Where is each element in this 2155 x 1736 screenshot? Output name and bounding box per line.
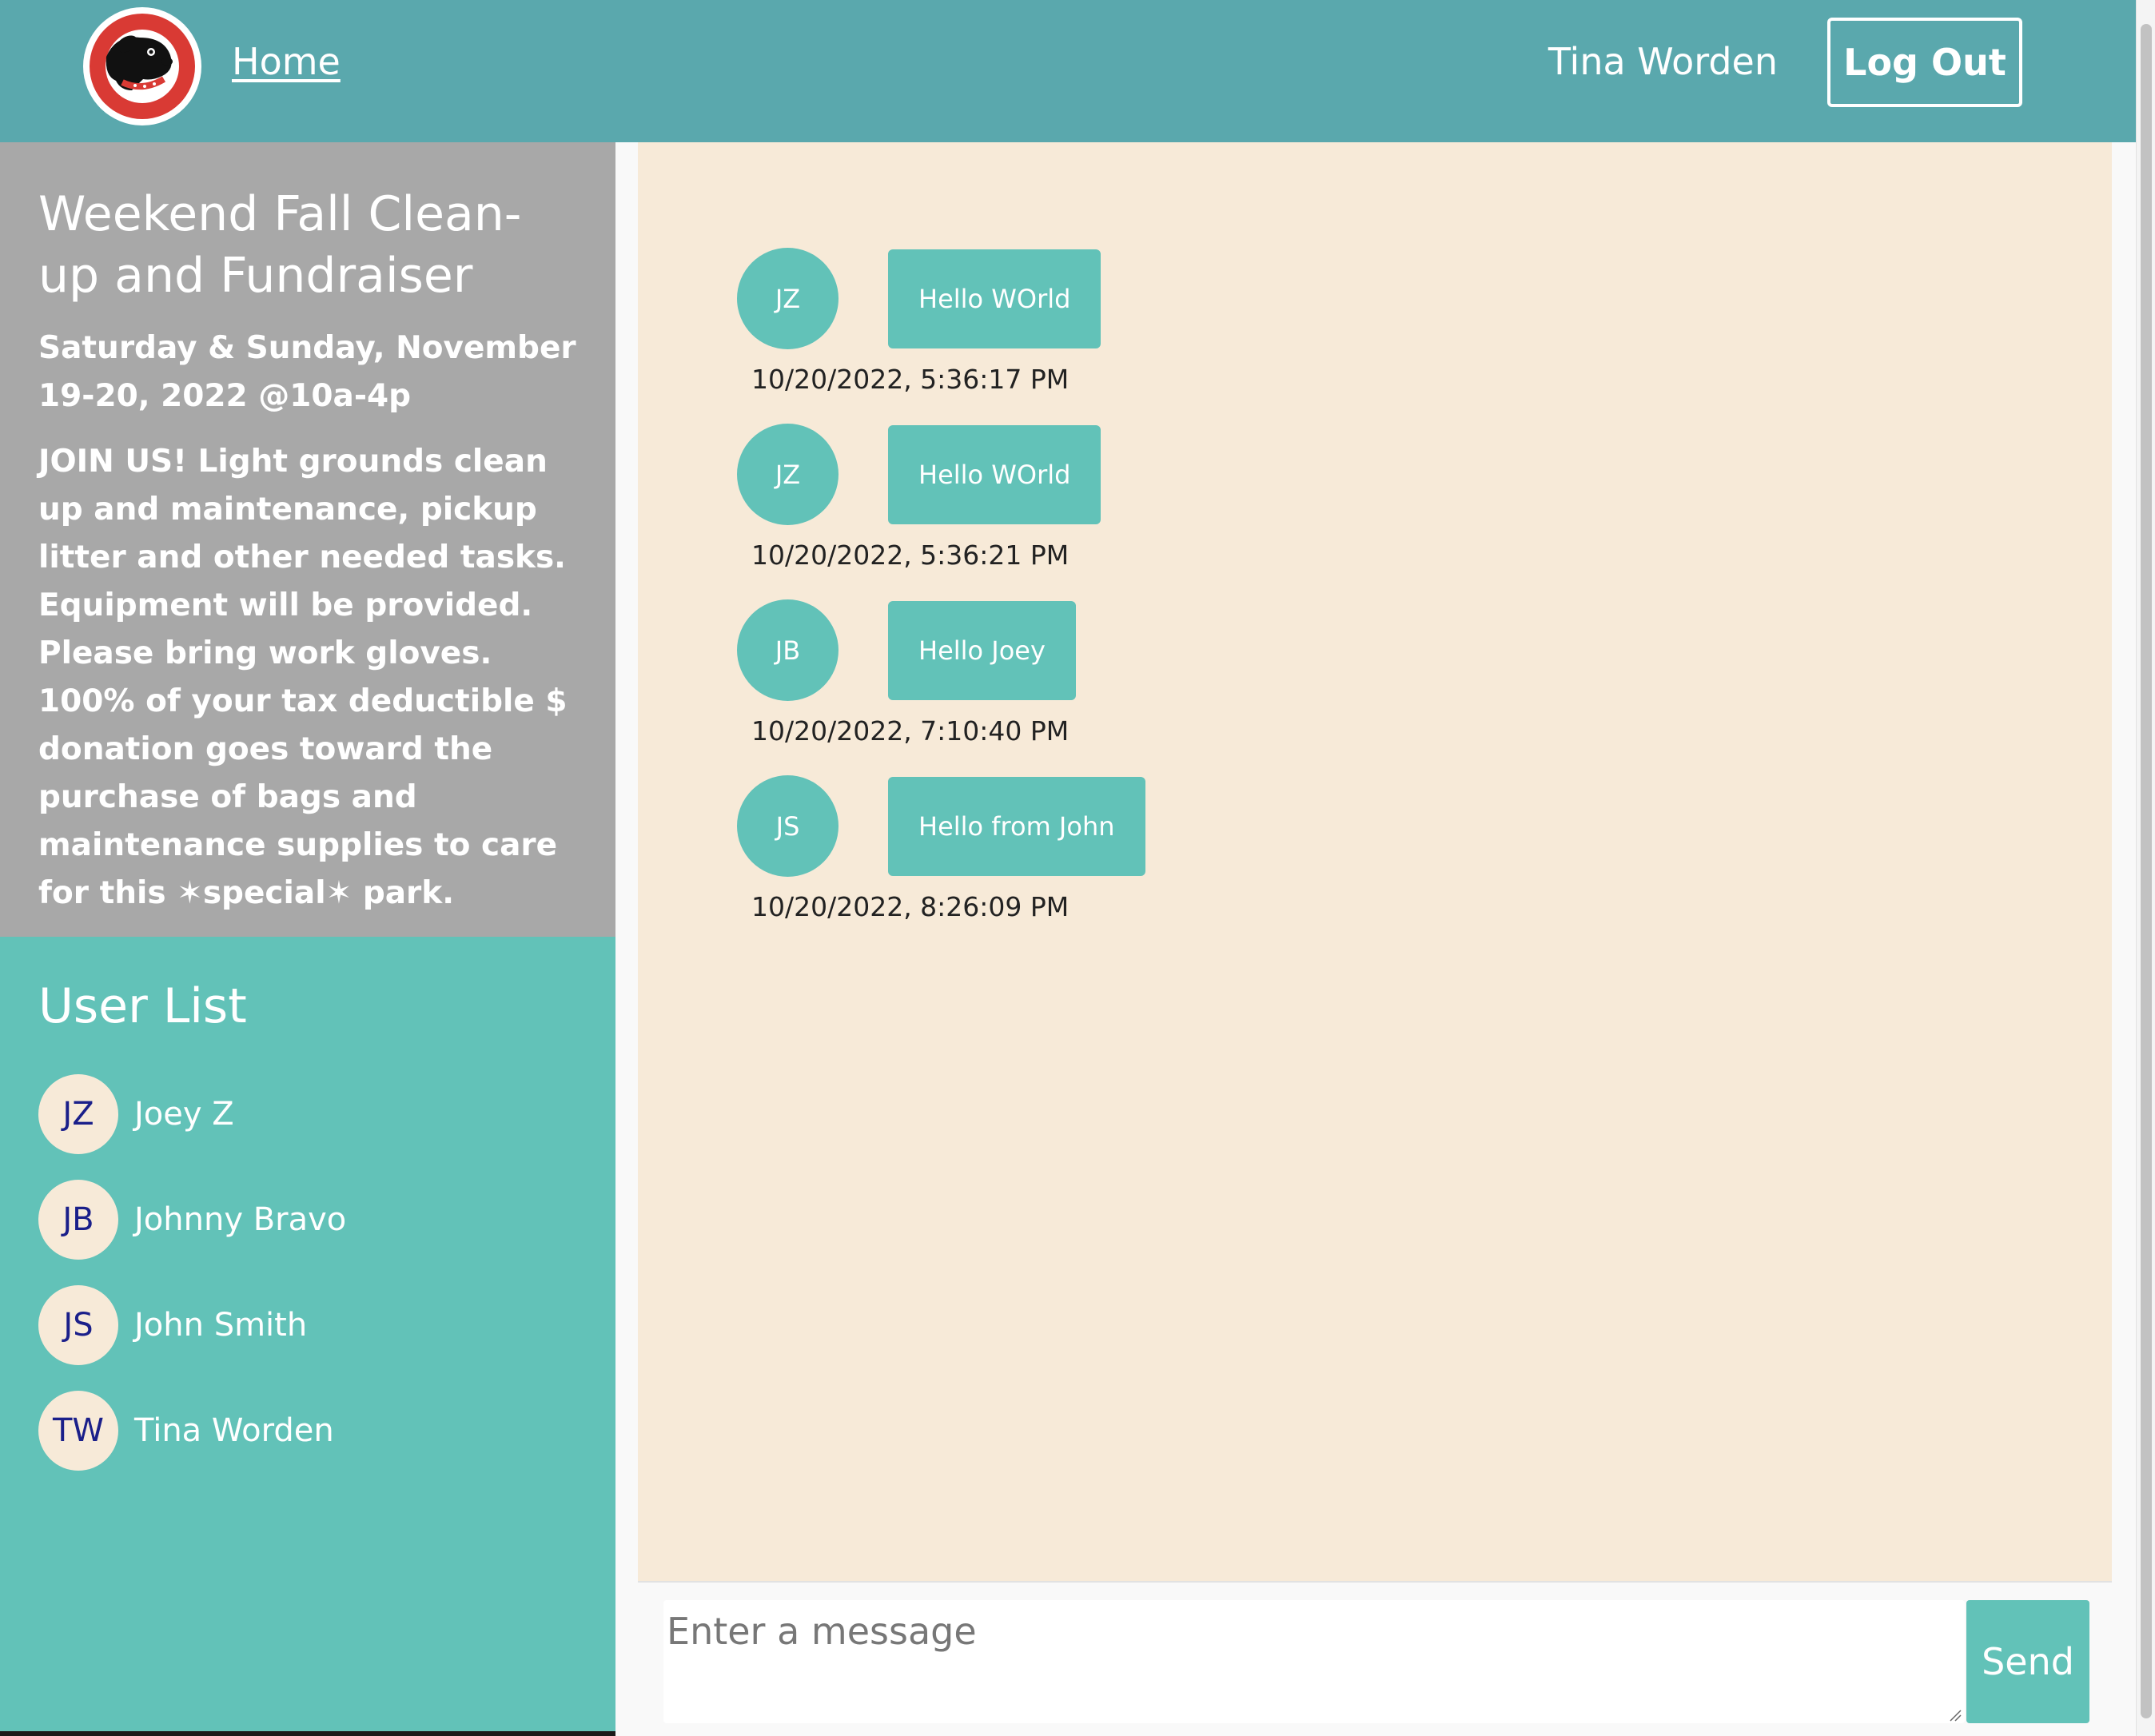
user-list-item[interactable]: JB Johnny Bravo	[38, 1180, 577, 1260]
message-timestamp: 10/20/2022, 5:36:21 PM	[751, 540, 1070, 571]
user-avatar: TW	[38, 1391, 118, 1471]
user-name: Johnny Bravo	[134, 1201, 347, 1238]
dog-park-logo-icon[interactable]	[76, 2, 209, 126]
scrollbar-thumb[interactable]	[2141, 24, 2152, 1718]
message-avatar: JS	[737, 775, 838, 877]
event-title: Weekend Fall Clean-up and Fundraiser	[38, 186, 522, 304]
bottom-edge	[0, 1731, 615, 1736]
chat-message: JZ Hello WOrld 10/20/2022, 5:36:17 PM	[737, 248, 1101, 395]
message-timestamp: 10/20/2022, 7:10:40 PM	[751, 715, 1070, 747]
user-avatar: JB	[38, 1180, 118, 1260]
user-name: John Smith	[134, 1307, 308, 1344]
message-bubble: Hello Joey	[888, 600, 1076, 700]
chat-right-gutter	[2112, 142, 2136, 1736]
chat-message: JB Hello Joey 10/20/2022, 7:10:40 PM	[737, 599, 1076, 747]
message-avatar: JB	[737, 599, 838, 701]
top-navbar: Home Tina Worden Log Out	[0, 0, 2136, 142]
user-list-item[interactable]: JS John Smith	[38, 1285, 577, 1365]
user-list-item[interactable]: JZ Joey Z	[38, 1074, 577, 1154]
message-timestamp: 10/20/2022, 5:36:17 PM	[751, 364, 1070, 395]
event-description: JOIN US! Light grounds clean up and main…	[38, 444, 568, 911]
home-link[interactable]: Home	[232, 40, 341, 83]
user-list-panel: User List JZ Joey Z JB Johnny Bravo JS J…	[0, 937, 615, 1736]
user-name: Tina Worden	[134, 1412, 334, 1449]
message-avatar: JZ	[737, 424, 838, 525]
user-avatar: JS	[38, 1285, 118, 1365]
user-name: Joey Z	[134, 1096, 234, 1133]
chat-left-gutter	[615, 142, 638, 1736]
event-info-panel: Weekend Fall Clean-up and Fundraiser Sat…	[0, 142, 615, 937]
message-bubble: Hello WOrld	[888, 249, 1101, 348]
user-list-title: User List	[38, 978, 247, 1034]
user-list-item[interactable]: TW Tina Worden	[38, 1391, 577, 1471]
message-composer: Send	[638, 1581, 2112, 1736]
message-bubble: Hello from John	[888, 776, 1145, 876]
event-date: Saturday & Sunday, November 19-20, 2022 …	[38, 330, 576, 414]
logout-button[interactable]: Log Out	[1827, 18, 2022, 107]
chat-message: JS Hello from John 10/20/2022, 8:26:09 P…	[737, 775, 1145, 922]
message-input[interactable]	[663, 1600, 1965, 1723]
user-avatar: JZ	[38, 1074, 118, 1154]
message-avatar: JZ	[737, 248, 838, 349]
message-timestamp: 10/20/2022, 8:26:09 PM	[751, 891, 1070, 922]
resize-grip-icon[interactable]	[1949, 1709, 1962, 1725]
message-bubble: Hello WOrld	[888, 424, 1101, 524]
send-button[interactable]: Send	[1966, 1600, 2089, 1723]
page-scrollbar[interactable]	[2136, 0, 2155, 1736]
current-user-name: Tina Worden	[1548, 40, 1778, 83]
chat-message: JZ Hello WOrld 10/20/2022, 5:36:21 PM	[737, 424, 1101, 571]
